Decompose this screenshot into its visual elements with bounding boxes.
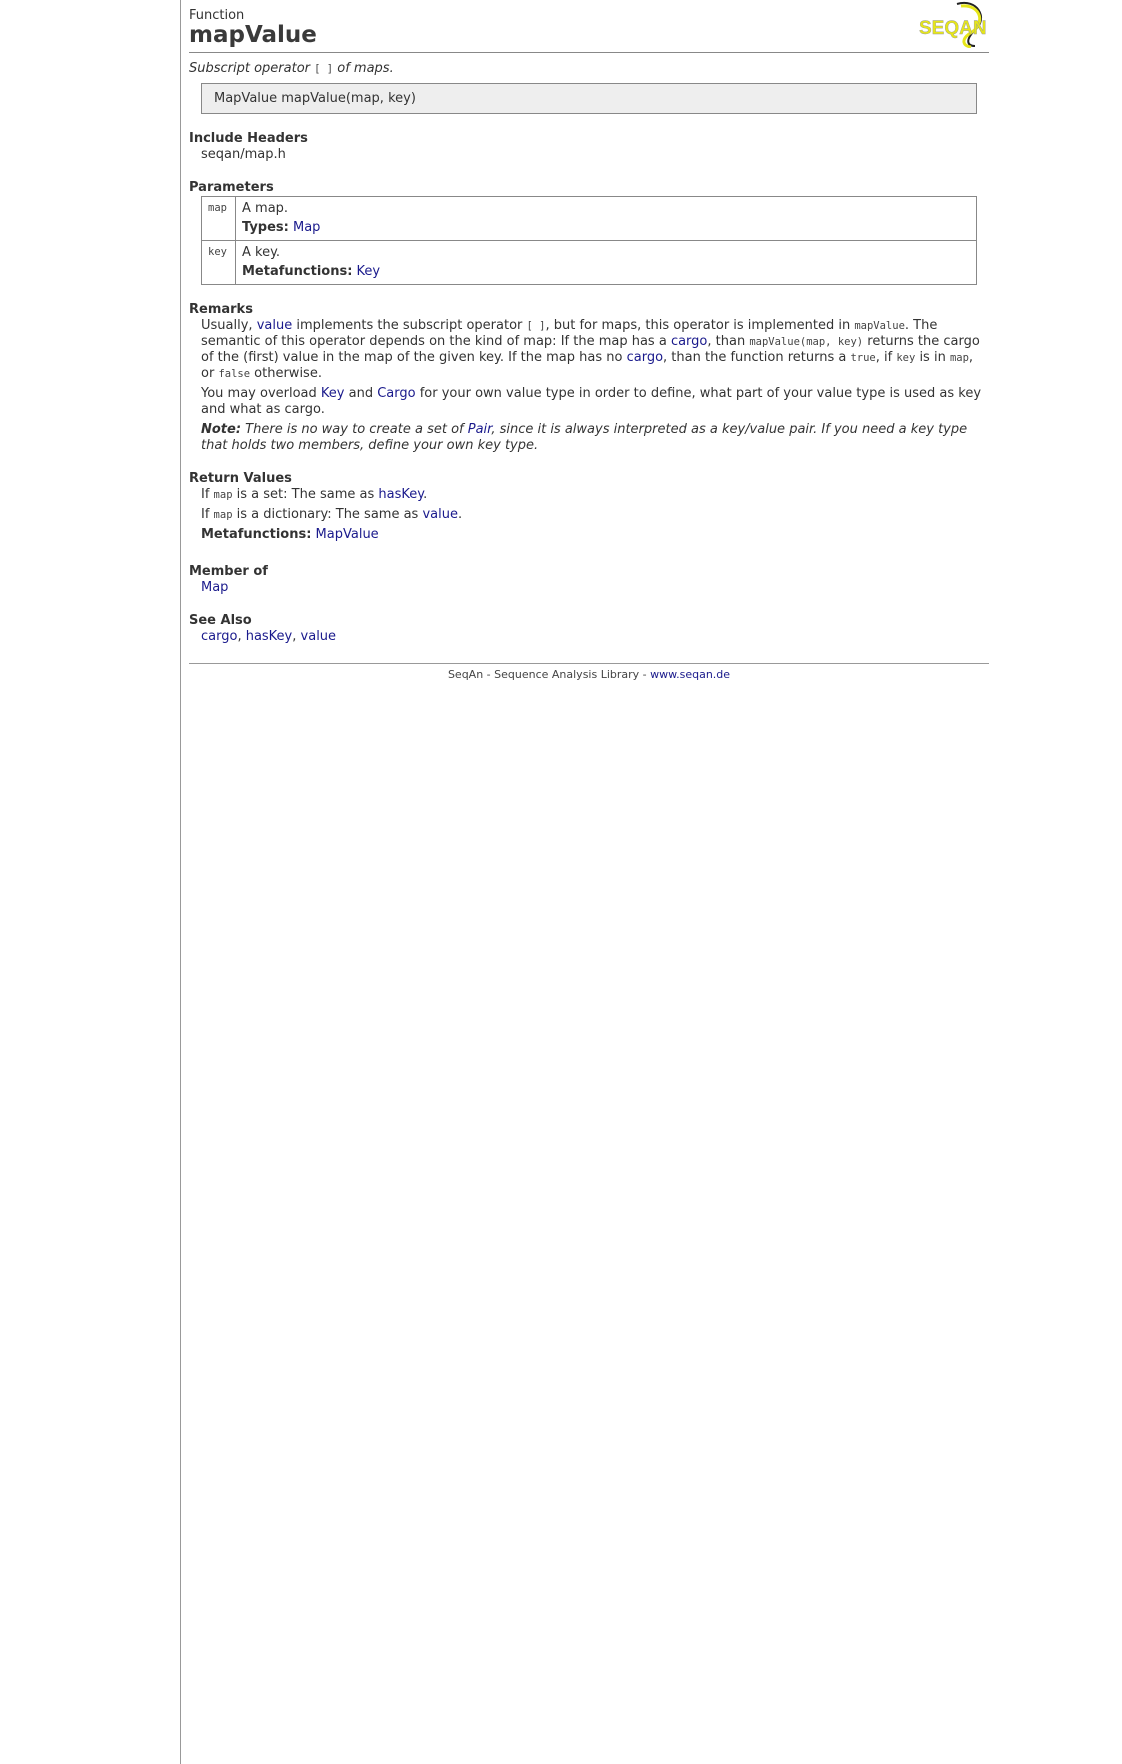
code-span: mapValue <box>854 320 905 332</box>
text-span: is in <box>915 350 950 365</box>
param-name: map <box>201 196 236 241</box>
function-summary: Subscript operator [ ] of maps. <box>189 61 989 76</box>
code-span: true <box>850 352 876 364</box>
param-desc: A key. <box>242 245 281 260</box>
text-span: is a dictionary: The same as <box>232 507 423 522</box>
see-also-body: cargo, hasKey, value <box>201 629 989 645</box>
code-span: false <box>218 368 251 380</box>
link-cargo-type[interactable]: Cargo <box>377 386 415 401</box>
link-cargo[interactable]: cargo <box>627 350 663 365</box>
remarks-body: Usually, value implements the subscript … <box>201 318 989 454</box>
link-pair[interactable]: Pair <box>468 422 492 437</box>
code-span: [ ] <box>526 320 546 332</box>
metafunctions-label: Metafunctions: <box>201 527 312 542</box>
text-span: otherwise. <box>250 366 322 381</box>
link-haskey[interactable]: hasKey <box>378 487 423 502</box>
see-also-link-value[interactable]: value <box>301 629 337 644</box>
parameters-table: map A map. Types: Map key A key. Metafun… <box>201 196 977 285</box>
param-type-link[interactable]: Map <box>293 220 320 235</box>
text-span: , than <box>707 334 750 349</box>
left-border-rule <box>180 0 181 1764</box>
param-desc-cell: A map. Types: Map <box>235 196 977 241</box>
see-also-heading: See Also <box>189 613 252 628</box>
parameters-heading: Parameters <box>189 180 274 195</box>
footer-link[interactable]: www.seqan.de <box>650 668 730 681</box>
summary-code: [ ] <box>314 63 334 75</box>
page-title: mapValue <box>189 22 317 48</box>
logo-text: SEQAN <box>919 18 987 39</box>
text-span: There is no way to create a set of <box>241 422 468 437</box>
text-span: and <box>344 386 378 401</box>
text-span: . <box>423 487 428 502</box>
link-map-class[interactable]: Map <box>201 580 228 595</box>
text-span: If <box>201 507 214 522</box>
remarks-paragraph: Usually, value implements the subscript … <box>201 318 989 382</box>
return-value-item: If map is a dictionary: The same as valu… <box>201 507 989 523</box>
link-value[interactable]: value <box>257 318 293 333</box>
remarks-paragraph: You may overload Key and Cargo for your … <box>201 386 989 418</box>
param-name: key <box>201 240 236 285</box>
text-span: , than the function returns a <box>663 350 851 365</box>
return-values-body: If map is a set: The same as hasKey. If … <box>201 487 989 543</box>
code-span: map <box>213 489 233 501</box>
text-span: is a set: The same as <box>232 487 379 502</box>
link-key[interactable]: Key <box>321 386 345 401</box>
summary-text: Subscript operator <box>189 61 315 76</box>
summary-text-end: of maps. <box>333 61 394 76</box>
code-span: map <box>949 352 969 364</box>
param-desc-cell: A key. Metafunctions: Key <box>235 240 977 285</box>
table-row: key A key. Metafunctions: Key <box>201 240 977 285</box>
text-span: , if <box>875 350 897 365</box>
link-mapvalue[interactable]: MapValue <box>316 527 379 542</box>
link-cargo[interactable]: cargo <box>671 334 707 349</box>
param-type-label: Types: <box>242 220 289 235</box>
table-row: map A map. Types: Map <box>201 196 977 241</box>
text-span: Usually, <box>201 318 257 333</box>
entity-kind: Function <box>189 8 245 23</box>
text-span: , but for maps, this operator is impleme… <box>545 318 855 333</box>
param-type-line: Metafunctions: Key <box>242 262 970 281</box>
return-values-heading: Return Values <box>189 471 292 486</box>
text-span: . <box>457 507 463 522</box>
return-value-item: If map is a set: The same as hasKey. <box>201 487 989 503</box>
param-desc: A map. <box>242 201 289 216</box>
return-metafunctions: Metafunctions: MapValue <box>201 527 989 543</box>
text-span: If <box>201 487 214 502</box>
see-also-link-cargo[interactable]: cargo <box>201 629 237 644</box>
code-span: key <box>896 352 916 364</box>
function-signature: MapValue mapValue(map, key) <box>201 83 977 114</box>
doc-page: Function mapValue SEQAN Subscript operat… <box>189 0 989 681</box>
text-span: You may overload <box>201 386 321 401</box>
link-value[interactable]: value <box>422 507 458 522</box>
include-header-file: seqan/map.h <box>201 147 286 162</box>
footer-text: SeqAn - Sequence Analysis Library - <box>447 668 651 681</box>
page-footer: SeqAn - Sequence Analysis Library - www.… <box>189 663 989 681</box>
seqan-logo[interactable]: SEQAN <box>917 0 989 48</box>
code-span: map <box>213 509 233 521</box>
member-of-body: Map <box>201 580 989 596</box>
separator: , <box>237 629 246 644</box>
separator: , <box>292 629 301 644</box>
doc-header: Function mapValue SEQAN <box>189 0 989 53</box>
note-label: Note: <box>201 422 242 437</box>
param-type-link[interactable]: Key <box>357 264 381 279</box>
remarks-heading: Remarks <box>189 302 253 317</box>
code-span: mapValue(map, key) <box>749 336 864 348</box>
include-headers-heading: Include Headers <box>189 131 308 146</box>
text-span: implements the subscript operator <box>292 318 527 333</box>
see-also-link-haskey[interactable]: hasKey <box>246 629 293 644</box>
param-type-label: Metafunctions: <box>242 264 353 279</box>
member-of-heading: Member of <box>189 564 268 579</box>
remarks-note: Note: There is no way to create a set of… <box>201 422 989 454</box>
param-type-line: Types: Map <box>242 218 970 237</box>
